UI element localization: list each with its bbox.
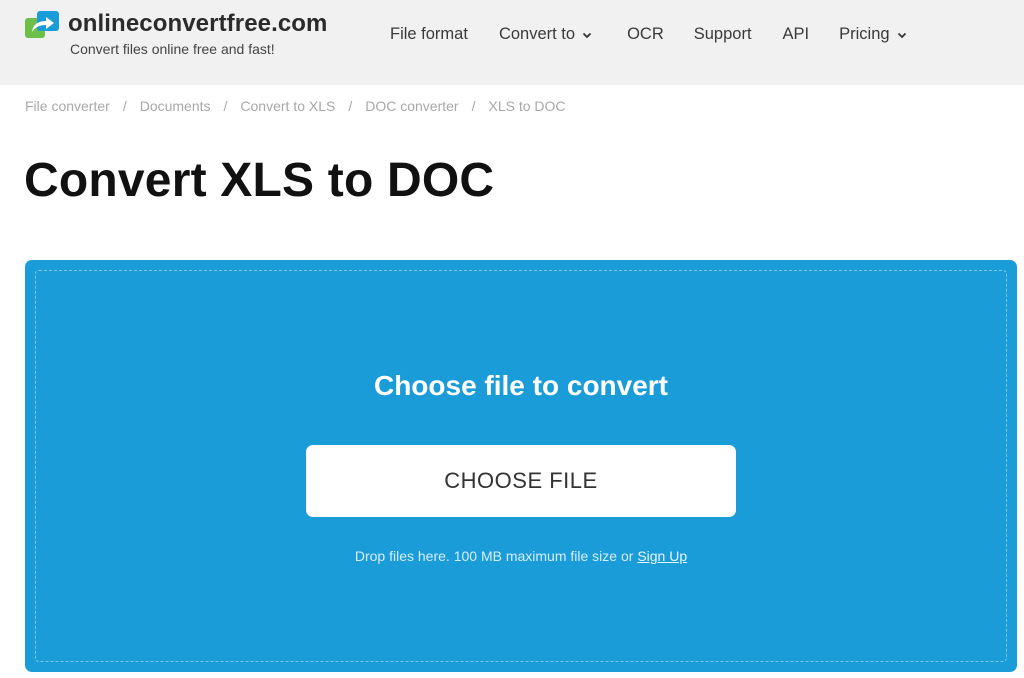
breadcrumb: File converter / Documents / Convert to … xyxy=(25,98,566,114)
breadcrumb-separator: / xyxy=(223,98,228,114)
breadcrumb-separator: / xyxy=(471,98,476,114)
drop-hint: Drop files here. 100 MB maximum file siz… xyxy=(25,548,1017,564)
file-drop-zone[interactable]: Choose file to convert CHOOSE FILE Drop … xyxy=(25,260,1017,672)
nav-file-format[interactable]: File format xyxy=(390,25,468,44)
choose-file-button[interactable]: CHOOSE FILE xyxy=(306,445,736,517)
nav-ocr[interactable]: OCR xyxy=(627,25,664,44)
nav-label: Pricing xyxy=(839,25,890,43)
breadcrumb-file-converter[interactable]: File converter xyxy=(25,98,110,114)
arrow-share-logo-icon xyxy=(25,11,59,38)
sign-up-link[interactable]: Sign Up xyxy=(637,548,687,564)
drop-hint-text: Drop files here. 100 MB maximum file siz… xyxy=(354,548,638,564)
nav-label: File format xyxy=(390,25,468,43)
breadcrumb-convert-to-xls[interactable]: Convert to XLS xyxy=(240,98,335,114)
nav-label: API xyxy=(782,25,810,43)
brand-name: onlineconvertfree.com xyxy=(68,10,328,37)
breadcrumb-doc-converter[interactable]: DOC converter xyxy=(365,98,458,114)
breadcrumb-xls-to-doc: XLS to DOC xyxy=(488,98,566,114)
nav-label: OCR xyxy=(627,25,664,43)
nav-convert-to[interactable]: Convert to xyxy=(499,25,592,44)
nav-label: Convert to xyxy=(498,25,576,43)
breadcrumb-documents[interactable]: Documents xyxy=(140,98,211,114)
main-nav: File format Convert to OCR Support API P… xyxy=(390,25,907,44)
upload-title: Choose file to convert xyxy=(373,370,669,401)
nav-support[interactable]: Support xyxy=(694,25,752,44)
site-header: onlineconvertfree.com Convert files onli… xyxy=(0,0,1024,85)
nav-api[interactable]: API xyxy=(783,25,810,44)
page-title: Convert XLS to DOC xyxy=(24,154,495,207)
chevron-down-icon xyxy=(582,32,592,38)
chevron-down-icon xyxy=(897,32,906,38)
nav-label: Support xyxy=(693,25,752,43)
breadcrumb-separator: / xyxy=(122,98,127,114)
nav-pricing[interactable]: Pricing xyxy=(839,25,906,44)
logo[interactable]: onlineconvertfree.com Convert files onli… xyxy=(24,10,328,57)
breadcrumb-separator: / xyxy=(348,98,353,114)
brand-tagline: Convert files online free and fast! xyxy=(70,41,275,57)
